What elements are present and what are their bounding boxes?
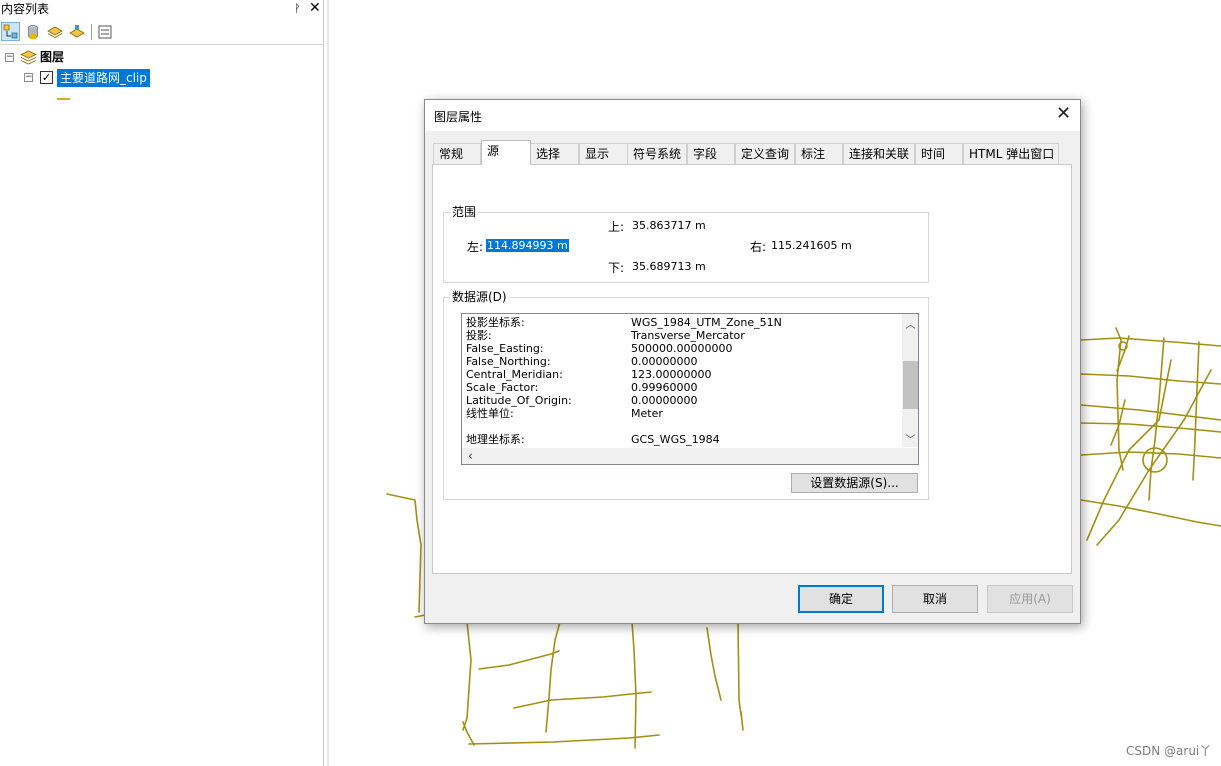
list-by-visibility-icon[interactable] xyxy=(45,22,64,41)
tab-selection[interactable]: 选择 xyxy=(530,143,579,164)
tab-source[interactable]: 源 xyxy=(481,140,531,165)
tab-html-popup[interactable]: HTML 弹出窗口 xyxy=(963,143,1059,164)
road-segment xyxy=(631,621,637,749)
extent-top-label: 上: xyxy=(608,220,625,234)
table-of-contents-panel: 内容列表 ᚹ ✕ − 图层 − ✓ 主要道路网_clip xyxy=(0,0,324,766)
extent-right-value[interactable]: 115.241605 m xyxy=(771,239,852,252)
tab-fields[interactable]: 字段 xyxy=(687,143,735,164)
list-by-drawing-order-icon[interactable] xyxy=(1,22,20,41)
ok-button[interactable]: 确定 xyxy=(798,585,884,613)
toc-close-icon[interactable]: ✕ xyxy=(309,0,321,17)
toc-titlebar: 内容列表 ᚹ ✕ xyxy=(0,0,323,18)
apply-button[interactable]: 应用(A) xyxy=(987,585,1073,613)
set-data-source-button[interactable]: 设置数据源(S)... xyxy=(791,473,918,493)
list-by-source-icon[interactable] xyxy=(23,22,42,41)
tab-definition-query[interactable]: 定义查询 xyxy=(735,143,795,164)
road-segment xyxy=(462,621,472,731)
tab-time[interactable]: 时间 xyxy=(915,143,963,164)
extent-group-label: 范围 xyxy=(450,205,479,219)
tab-symbology[interactable]: 符号系统 xyxy=(627,143,687,164)
road-segment xyxy=(1148,337,1165,501)
tab-labels[interactable]: 标注 xyxy=(795,143,843,164)
scroll-up-icon[interactable]: ︿ xyxy=(902,316,918,331)
road-segment xyxy=(1086,359,1172,541)
layer-collapse-toggle[interactable]: − xyxy=(24,73,33,82)
scroll-left-icon[interactable]: ‹ xyxy=(462,449,479,464)
vertical-scrollbar[interactable]: ︿ ﹀ xyxy=(902,314,918,447)
road-segment xyxy=(468,734,660,745)
road-segment xyxy=(1080,404,1221,421)
extent-right-label: 右: xyxy=(750,240,767,254)
extent-bottom-label: 下: xyxy=(608,261,625,275)
road-segment xyxy=(737,621,742,716)
watermark: CSDN @arui丫 xyxy=(1126,744,1212,758)
toolbar-separator xyxy=(91,24,92,40)
tab-general[interactable]: 常规 xyxy=(433,143,481,164)
road-segment xyxy=(545,621,561,733)
source-tab-panel: 范围 上: 35.863717 m 左: 114.894993 m 右: 115… xyxy=(432,164,1072,574)
road-segment xyxy=(386,493,422,613)
layers-icon xyxy=(20,50,37,68)
road-segment xyxy=(1080,373,1221,385)
layer-properties-dialog: 图层属性 ✕ 常规 源 选择 显示 符号系统 字段 定义查询 标注 连接和关联 … xyxy=(424,99,1081,624)
extent-group: 范围 上: 35.863717 m 左: 114.894993 m 右: 115… xyxy=(443,205,929,283)
toc-toolbar xyxy=(0,20,323,45)
datasource-group-label: 数据源(D) xyxy=(450,290,509,304)
tab-bar: 常规 源 选择 显示 符号系统 字段 定义查询 标注 连接和关联 时间 HTML… xyxy=(433,140,1073,165)
pin-icon[interactable]: ᚹ xyxy=(294,0,301,18)
tab-display[interactable]: 显示 xyxy=(579,143,628,164)
vertical-scroll-thumb[interactable] xyxy=(903,361,918,409)
options-icon[interactable] xyxy=(95,22,114,41)
road-segment xyxy=(1192,341,1200,481)
datasource-info-list[interactable]: 投影坐标系: WGS_1984_UTM_Zone_51N 投影: Transvers… xyxy=(461,313,919,465)
list-by-selection-icon[interactable] xyxy=(67,22,86,41)
extent-top-value[interactable]: 35.863717 m xyxy=(632,219,706,232)
root-collapse-toggle[interactable]: − xyxy=(5,53,14,62)
horizontal-scrollbar[interactable]: ‹ xyxy=(462,448,902,464)
roundabout xyxy=(1142,447,1168,473)
layers-root-label[interactable]: 图层 xyxy=(40,49,64,65)
dialog-title: 图层属性 xyxy=(434,110,483,124)
scroll-down-icon[interactable]: ﹀ xyxy=(902,431,918,446)
road-segment xyxy=(1080,337,1221,347)
tab-joins-relates[interactable]: 连接和关联 xyxy=(843,143,915,164)
road-segment xyxy=(462,721,475,746)
layer-visibility-checkbox[interactable]: ✓ xyxy=(40,71,53,84)
extent-left-label: 左: xyxy=(467,240,484,254)
datasource-group: 数据源(D) 投影坐标系: WGS_1984_UTM_Zone_51N 投影: Tr… xyxy=(443,290,929,500)
layer-legend-symbol xyxy=(57,98,70,100)
cancel-button[interactable]: 取消 xyxy=(892,585,978,613)
extent-bottom-value[interactable]: 35.689713 m xyxy=(632,260,706,273)
scroll-corner xyxy=(902,448,918,464)
layer-name-label[interactable]: 主要道路网_clip xyxy=(57,69,150,87)
dialog-titlebar[interactable]: 图层属性 ✕ xyxy=(425,100,1080,131)
toc-title: 内容列表 xyxy=(1,2,50,16)
road-segment xyxy=(513,691,652,709)
road-segment xyxy=(1080,451,1221,459)
extent-left-value[interactable]: 114.894993 m xyxy=(486,239,569,252)
road-segment xyxy=(706,627,722,701)
road-segment xyxy=(478,650,560,670)
road-segment xyxy=(740,711,744,731)
dialog-close-icon[interactable]: ✕ xyxy=(1056,104,1071,124)
